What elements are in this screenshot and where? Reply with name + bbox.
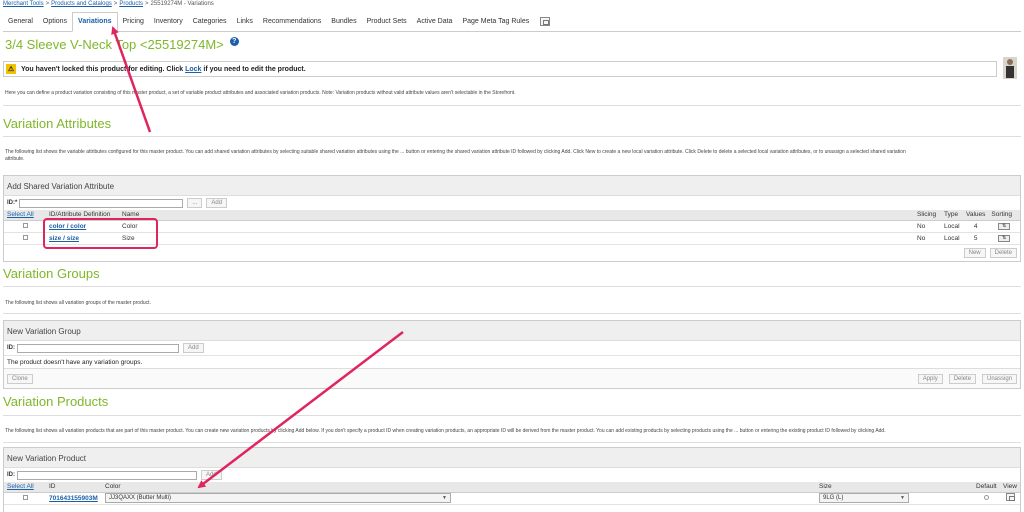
annotation-arrows	[111, 26, 404, 489]
annotation-arrow-to-color-select	[197, 331, 404, 489]
annotation-arrow-to-variations-tab	[111, 26, 152, 133]
